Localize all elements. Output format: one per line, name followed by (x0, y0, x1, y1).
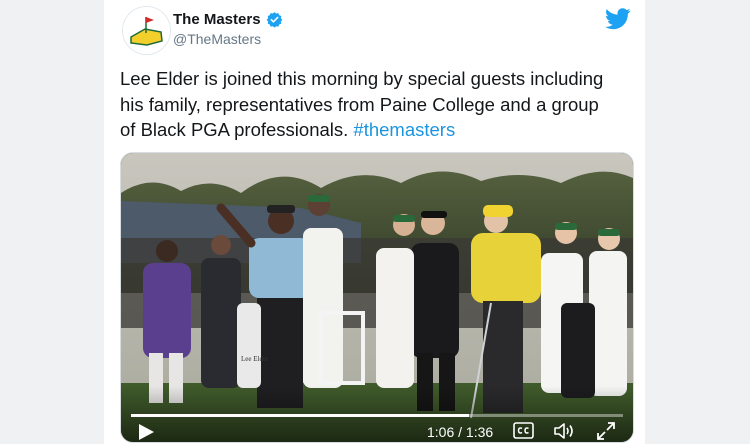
video-controls: 1:06 / 1:36 (121, 386, 633, 442)
time-display: 1:06 / 1:36 (427, 424, 493, 440)
avatar[interactable] (122, 6, 171, 55)
play-icon[interactable] (137, 423, 155, 441)
verified-badge-icon (266, 12, 282, 28)
progress-fill (131, 414, 470, 417)
author-handle[interactable]: @TheMasters (173, 31, 261, 47)
author-name-row: The Masters (173, 11, 283, 28)
tweet-text: Lee Elder is joined this morning by spec… (120, 66, 615, 143)
hashtag-link[interactable]: #themasters (353, 119, 455, 140)
duration: 1:36 (465, 424, 494, 440)
video-player[interactable]: Lee Elder 1:06 / 1:36 (120, 152, 634, 443)
bag-text: Lee Elder (241, 355, 269, 363)
current-time: 1:06 (427, 424, 455, 440)
progress-bar[interactable] (131, 414, 623, 417)
fullscreen-icon[interactable] (596, 421, 616, 441)
display-name[interactable]: The Masters (173, 11, 261, 28)
time-separator: / (458, 424, 463, 440)
twitter-bird-icon[interactable] (605, 8, 631, 30)
tweet-card: The Masters @TheMasters Lee Elder is joi… (104, 0, 645, 444)
cc-icon[interactable] (513, 422, 534, 439)
masters-logo-icon (123, 7, 170, 54)
volume-icon[interactable] (553, 421, 577, 441)
